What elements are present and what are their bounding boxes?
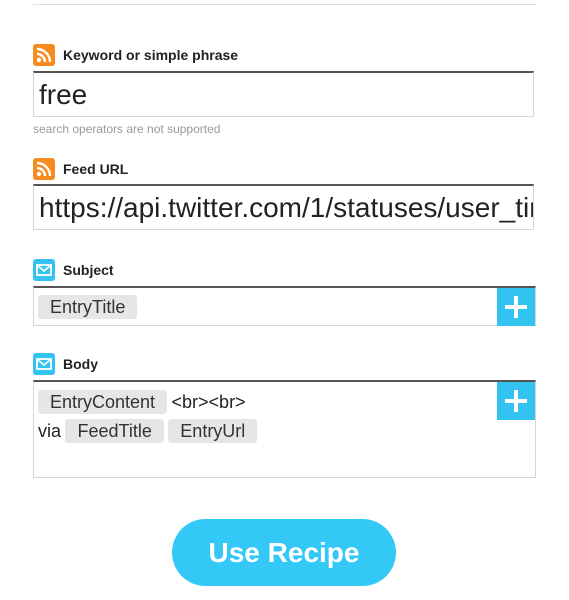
body-via-text: via bbox=[38, 421, 62, 441]
feed-url-label: Feed URL bbox=[63, 161, 129, 177]
subject-label-row: Subject bbox=[33, 258, 114, 282]
plus-icon bbox=[505, 390, 527, 412]
recipe-form: Keyword or simple phrase free search ope… bbox=[0, 0, 569, 600]
keyword-label-row: Keyword or simple phrase bbox=[33, 43, 238, 67]
body-html-breaks: <br><br> bbox=[171, 392, 246, 412]
body-label: Body bbox=[63, 356, 98, 372]
token-feed-title[interactable]: FeedTitle bbox=[65, 419, 164, 443]
keyword-input[interactable]: free bbox=[33, 71, 534, 117]
plus-icon bbox=[505, 296, 527, 318]
use-recipe-button[interactable]: Use Recipe bbox=[172, 519, 396, 586]
token-entry-title[interactable]: EntryTitle bbox=[38, 295, 138, 319]
subject-label: Subject bbox=[63, 262, 114, 278]
keyword-label: Keyword or simple phrase bbox=[63, 47, 239, 63]
rss-icon bbox=[33, 158, 55, 180]
token-entry-content[interactable]: EntryContent bbox=[38, 390, 168, 414]
subject-field[interactable]: EntryTitle bbox=[33, 286, 536, 326]
feed-url-input[interactable]: https://api.twitter.com/1/statuses/user_… bbox=[33, 184, 534, 230]
body-label-row: Body bbox=[33, 352, 98, 376]
keyword-hint: search operators are not supported bbox=[33, 122, 221, 136]
mail-icon bbox=[33, 259, 55, 281]
token-entry-url[interactable]: EntryUrl bbox=[168, 419, 258, 443]
rss-icon bbox=[33, 44, 55, 66]
add-ingredient-button[interactable] bbox=[497, 288, 535, 326]
mail-icon bbox=[33, 353, 55, 375]
feed-label-row: Feed URL bbox=[33, 157, 128, 181]
add-ingredient-button[interactable] bbox=[497, 382, 535, 420]
top-divider bbox=[33, 4, 536, 5]
body-field[interactable]: EntryContent <br><br> via FeedTitle Entr… bbox=[33, 380, 536, 478]
